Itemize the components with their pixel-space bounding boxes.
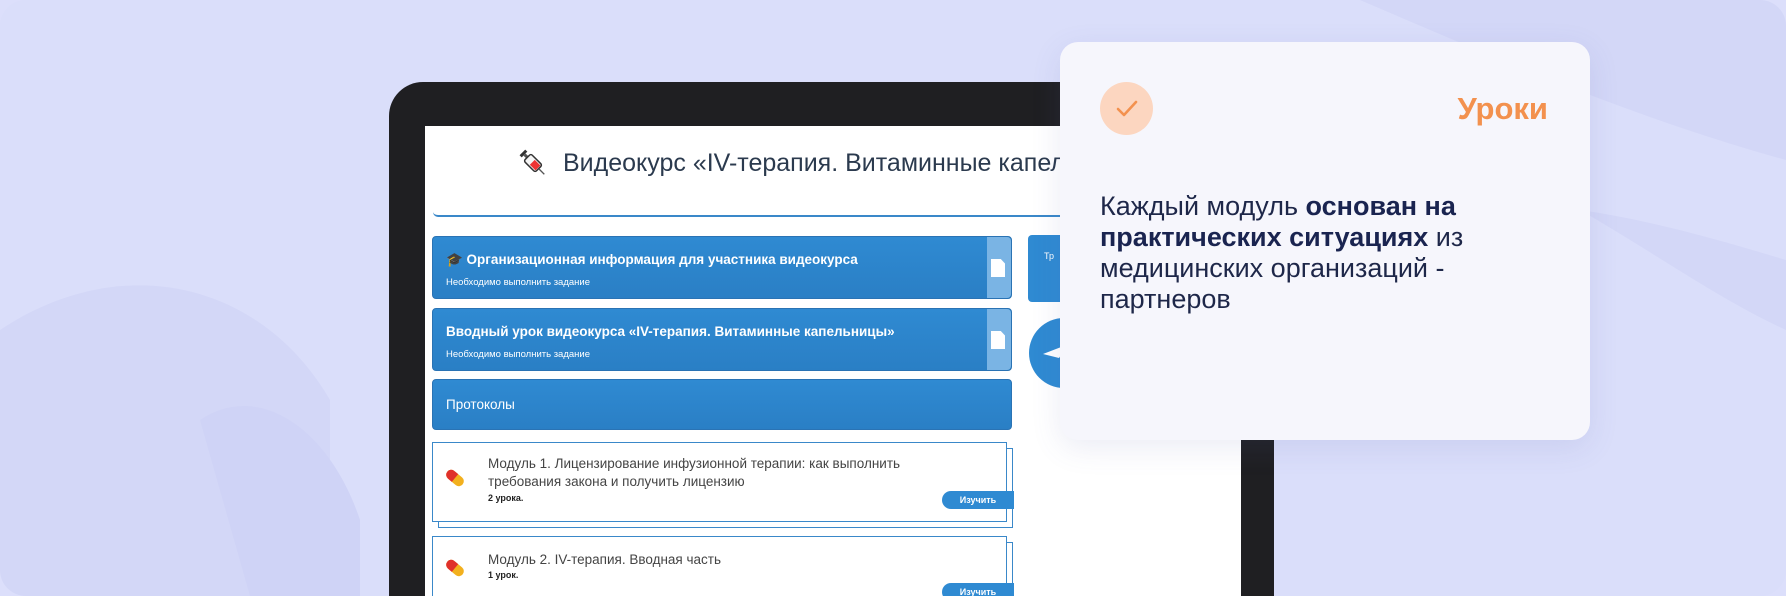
- module-card-front: Модуль 2. IV-терапия. Вводная часть 1 ур…: [432, 536, 1014, 596]
- study-button[interactable]: Изучить: [942, 491, 1014, 509]
- card-side: [987, 237, 1011, 298]
- card-title: Протоколы: [446, 397, 515, 412]
- card-intro-lesson[interactable]: Вводный урок видеокурса «IV-терапия. Вит…: [432, 308, 1012, 371]
- card-side: [987, 309, 1011, 370]
- card-protocols[interactable]: Протоколы: [432, 379, 1012, 430]
- info-text-part1: Каждый модуль: [1100, 191, 1306, 221]
- card-title: 🎓 Организационная информация для участни…: [446, 252, 858, 267]
- module-lesson-count: 1 урок.: [488, 570, 519, 580]
- pill-icon: [446, 559, 464, 577]
- card-org-info[interactable]: 🎓 Организационная информация для участни…: [432, 236, 1012, 299]
- syringe-icon: [519, 149, 545, 175]
- document-icon: [991, 259, 1005, 277]
- document-icon: [991, 331, 1005, 349]
- module-title: Модуль 2. IV-терапия. Вводная часть: [488, 552, 721, 567]
- right-widget-label: Тр: [1044, 251, 1054, 261]
- card-title: Вводный урок видеокурса «IV-терапия. Вит…: [446, 324, 895, 339]
- info-card: Уроки Каждый модуль основан на практичес…: [1060, 42, 1590, 440]
- card-subtitle: Необходимо выполнить задание: [446, 349, 591, 360]
- banner: Видеокурс «IV-терапия. Витаминные капель…: [0, 0, 1786, 596]
- module-lesson-count: 2 урока.: [488, 493, 524, 503]
- info-text: Каждый модуль основан на практических си…: [1100, 191, 1520, 315]
- module-card-2[interactable]: Модуль 2. IV-терапия. Вводная часть 1 ур…: [432, 536, 1014, 596]
- check-glyph: [1116, 100, 1138, 117]
- study-button[interactable]: Изучить: [942, 583, 1014, 596]
- info-badge: Уроки: [1457, 91, 1548, 126]
- module-card-front: Модуль 1. Лицензирование инфузионной тер…: [432, 442, 1014, 522]
- pill-icon: [446, 469, 464, 487]
- module-title: Модуль 1. Лицензирование инфузионной тер…: [488, 456, 901, 489]
- check-icon: [1100, 82, 1153, 135]
- card-subtitle: Необходимо выполнить задание: [446, 277, 591, 288]
- module-card-1[interactable]: Модуль 1. Лицензирование инфузионной тер…: [432, 442, 1014, 528]
- course-title: Видеокурс «IV-терапия. Витаминные капель…: [517, 146, 1152, 180]
